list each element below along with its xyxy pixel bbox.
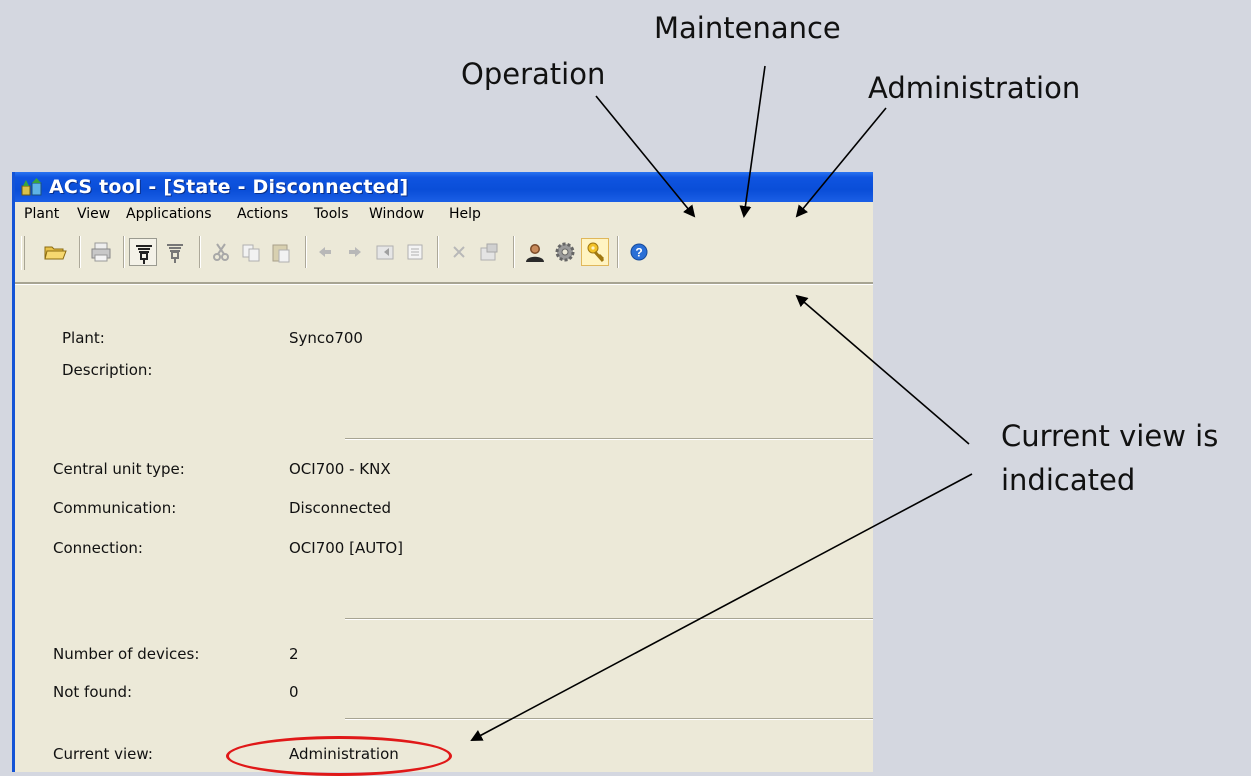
current-view-highlight	[226, 736, 452, 776]
toolbar-separator	[123, 236, 125, 268]
menu-help[interactable]: Help	[449, 205, 481, 223]
section-divider	[345, 718, 873, 720]
svg-text:?: ?	[635, 246, 642, 260]
administration-callout: Administration	[868, 71, 1081, 105]
forward-arrow-icon[interactable]	[341, 238, 369, 266]
toolbar-separator	[437, 236, 439, 268]
connection-label: Connection:	[53, 539, 143, 557]
toolbar: ?	[15, 226, 873, 282]
communication-value: Disconnected	[289, 499, 392, 517]
not-found-label: Not found:	[53, 683, 133, 701]
toolbar-separator	[305, 236, 307, 268]
section-divider	[345, 438, 873, 440]
operation-callout: Operation	[461, 57, 606, 91]
connection-value: OCI700 [AUTO]	[289, 539, 404, 557]
menu-view[interactable]: View	[77, 205, 110, 223]
menu-applications[interactable]: Applications	[126, 205, 212, 223]
help-icon[interactable]: ?	[625, 238, 653, 266]
window-title: ACS tool - [State - Disconnected]	[49, 176, 409, 198]
plant-value: Synco700	[289, 329, 363, 347]
not-found-value: 0	[289, 683, 299, 701]
communication-label: Communication:	[53, 499, 177, 517]
cut-icon[interactable]	[207, 238, 235, 266]
current-view-label: Current view:	[53, 745, 153, 763]
section-divider	[345, 618, 873, 620]
plant-label: Plant:	[62, 329, 105, 347]
menu-bar: Plant View Applications Actions Tools Wi…	[15, 202, 873, 226]
delete-icon[interactable]	[445, 238, 473, 266]
current-view-note-line2: indicated	[1001, 463, 1136, 497]
central-unit-value: OCI700 - KNX	[289, 460, 391, 478]
menu-window[interactable]: Window	[369, 205, 424, 223]
devices-label: Number of devices:	[53, 645, 200, 663]
title-bar[interactable]: ACS tool - [State - Disconnected]	[15, 172, 873, 202]
maintenance-gear-icon[interactable]	[551, 238, 579, 266]
operation-user-icon[interactable]	[521, 238, 549, 266]
paste-icon[interactable]	[267, 238, 295, 266]
disconnect-icon[interactable]	[161, 238, 189, 266]
administration-key-icon[interactable]	[581, 238, 609, 266]
toolbar-separator	[617, 236, 619, 268]
central-unit-label: Central unit type:	[53, 460, 185, 478]
print-icon[interactable]	[87, 238, 115, 266]
current-view-note-line1: Current view is	[1001, 419, 1219, 453]
menu-plant[interactable]: Plant	[24, 205, 59, 223]
connect-icon[interactable]	[129, 238, 157, 266]
acs-tool-window: ACS tool - [State - Disconnected] Plant …	[12, 172, 873, 772]
toolbar-separator	[199, 236, 201, 268]
toolbar-border	[15, 282, 873, 285]
list-icon[interactable]	[401, 238, 429, 266]
acs-app-icon	[21, 177, 43, 197]
state-panel: Plant: Synco700 Description: Central uni…	[15, 288, 873, 772]
copy-icon[interactable]	[237, 238, 265, 266]
import-icon[interactable]	[371, 238, 399, 266]
properties-icon[interactable]	[475, 238, 503, 266]
toolbar-grip[interactable]	[21, 236, 25, 270]
open-folder-icon[interactable]	[41, 238, 69, 266]
maintenance-callout: Maintenance	[654, 11, 841, 45]
menu-actions[interactable]: Actions	[237, 205, 288, 223]
back-arrow-icon[interactable]	[311, 238, 339, 266]
toolbar-separator	[513, 236, 515, 268]
devices-value: 2	[289, 645, 299, 663]
menu-tools[interactable]: Tools	[314, 205, 349, 223]
description-label: Description:	[62, 361, 153, 379]
toolbar-separator	[79, 236, 81, 268]
